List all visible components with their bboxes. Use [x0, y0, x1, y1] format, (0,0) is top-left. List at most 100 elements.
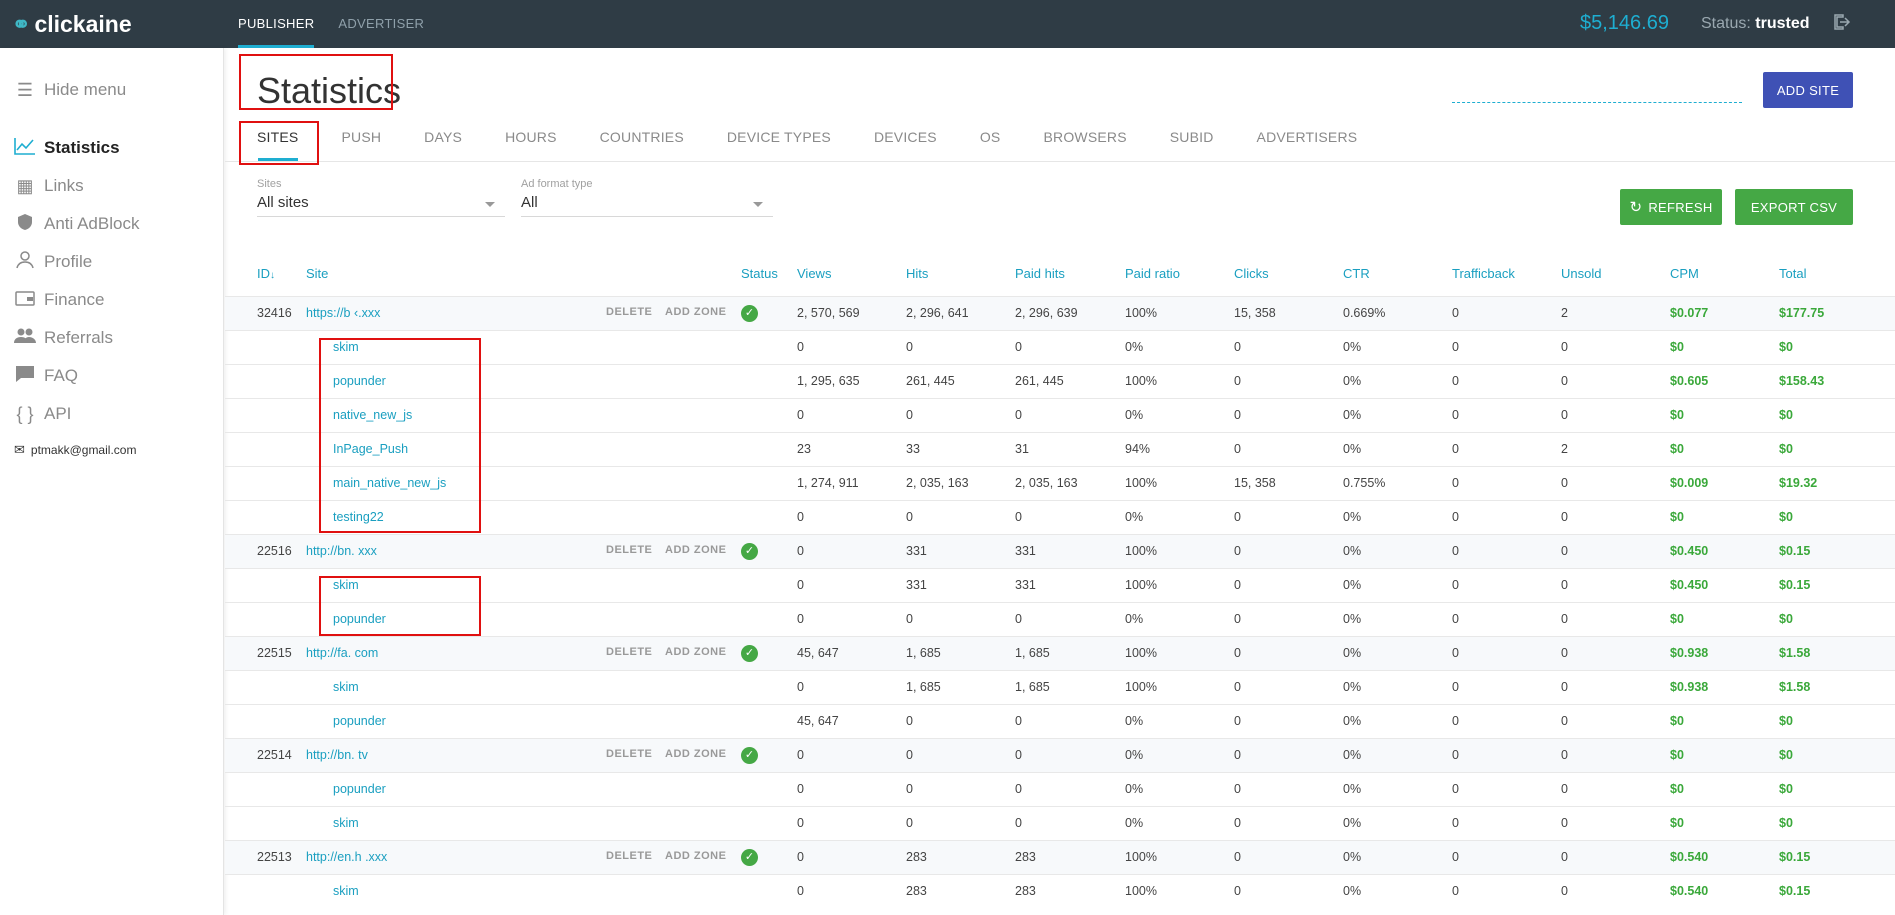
- column-header-id[interactable]: ID↓: [257, 266, 275, 281]
- nav-advertiser[interactable]: ADVERTISER: [338, 0, 424, 48]
- site-link[interactable]: http://bn. tv: [306, 748, 368, 762]
- column-header-hits[interactable]: Hits: [906, 266, 928, 281]
- ad-format-select[interactable]: Ad format type All: [521, 178, 773, 220]
- zone-link[interactable]: popunder: [333, 714, 386, 728]
- cell-unsold: 0: [1561, 782, 1568, 796]
- column-header-clicks[interactable]: Clicks: [1234, 266, 1269, 281]
- cell-tb: 0: [1452, 510, 1459, 524]
- tab-browsers[interactable]: BROWSERS: [1043, 126, 1126, 160]
- column-header-ctr[interactable]: CTR: [1343, 266, 1370, 281]
- cell-total: $0: [1779, 442, 1793, 456]
- add-zone-button[interactable]: ADD ZONE: [665, 646, 726, 658]
- column-header-paid-hits[interactable]: Paid hits: [1015, 266, 1065, 281]
- delete-button[interactable]: DELETE: [606, 850, 652, 862]
- cell-clicks: 0: [1234, 714, 1241, 728]
- cell-cpm: $0.605: [1670, 374, 1709, 388]
- zone-link[interactable]: popunder: [333, 782, 386, 796]
- cell-paid: 1, 685: [1015, 680, 1050, 694]
- add-zone-button[interactable]: ADD ZONE: [665, 850, 726, 862]
- cell-cpm: $0: [1670, 748, 1684, 762]
- cell-ratio: 100%: [1125, 306, 1157, 320]
- add-zone-button[interactable]: ADD ZONE: [665, 748, 726, 760]
- cell-views: 0: [797, 544, 804, 558]
- sidebar-item-statistics[interactable]: Statistics: [12, 135, 120, 161]
- zone-link[interactable]: skim: [333, 884, 359, 898]
- column-header-total[interactable]: Total: [1779, 266, 1806, 281]
- tab-subid[interactable]: SUBID: [1170, 126, 1214, 160]
- sidebar-item-profile[interactable]: Profile: [12, 249, 92, 275]
- cell-hits: 283: [906, 850, 927, 864]
- tab-os[interactable]: OS: [980, 126, 1001, 160]
- cell-total: $0: [1779, 714, 1793, 728]
- site-id: 22516: [257, 544, 292, 558]
- cell-clicks: 0: [1234, 612, 1241, 626]
- refresh-icon: ↻: [1629, 199, 1643, 216]
- logout-icon[interactable]: [1832, 12, 1852, 32]
- tab-devices[interactable]: DEVICES: [874, 126, 937, 160]
- site-link[interactable]: http://en.h .xxx: [306, 850, 387, 864]
- logo-text: clickaine: [34, 11, 132, 37]
- sidebar-item-links[interactable]: ▦ Links: [12, 173, 83, 199]
- delete-button[interactable]: DELETE: [606, 306, 652, 318]
- export-csv-button[interactable]: EXPORT CSV: [1735, 189, 1853, 225]
- add-zone-button[interactable]: ADD ZONE: [665, 306, 726, 318]
- tab-countries[interactable]: COUNTRIES: [600, 126, 684, 160]
- cell-hits: 0: [906, 714, 913, 728]
- column-header-unsold[interactable]: Unsold: [1561, 266, 1601, 281]
- cell-ctr: 0%: [1343, 544, 1362, 558]
- status-active-icon: ✓: [741, 747, 758, 764]
- hide-menu-button[interactable]: ☰ Hide menu: [12, 77, 126, 103]
- column-header-paid-ratio[interactable]: Paid ratio: [1125, 266, 1180, 281]
- nav-publisher[interactable]: PUBLISHER: [238, 0, 315, 48]
- site-link[interactable]: https://b ‹.xxx: [306, 306, 380, 320]
- cell-clicks: 15, 358: [1234, 476, 1276, 490]
- logo[interactable]: ⚭ clickaine: [12, 11, 132, 38]
- tab-hours[interactable]: HOURS: [505, 126, 557, 160]
- cell-ratio: 100%: [1125, 680, 1157, 694]
- add-zone-button[interactable]: ADD ZONE: [665, 544, 726, 556]
- cell-clicks: 0: [1234, 340, 1241, 354]
- site-row: 22516 http://bn. xxx DELETE ADD ZONE ✓ 0 331 33…: [225, 534, 1895, 568]
- status-label: Status:: [1701, 15, 1751, 32]
- tab-advertisers[interactable]: ADVERTISERS: [1257, 126, 1358, 160]
- column-header-views[interactable]: Views: [797, 266, 831, 281]
- site-id: 22514: [257, 748, 292, 762]
- cell-cpm: $0.009: [1670, 476, 1709, 490]
- delete-button[interactable]: DELETE: [606, 646, 652, 658]
- cell-tb: 0: [1452, 884, 1459, 898]
- delete-button[interactable]: DELETE: [606, 544, 652, 556]
- sidebar-item-faq[interactable]: FAQ: [12, 363, 78, 389]
- add-site-button[interactable]: ADD SITE: [1763, 72, 1853, 108]
- cell-ctr: 0.755%: [1343, 476, 1386, 490]
- chat-icon: [12, 365, 38, 388]
- column-header-cpm[interactable]: CPM: [1670, 266, 1699, 281]
- top-nav: PUBLISHER ADVERTISER: [238, 0, 448, 48]
- sites-select[interactable]: Sites All sites: [257, 178, 505, 220]
- column-header-site[interactable]: Site: [306, 266, 328, 281]
- column-header-trafficback[interactable]: Trafficback: [1452, 266, 1515, 281]
- search-input[interactable]: [1452, 102, 1742, 103]
- column-header-status[interactable]: Status: [741, 266, 778, 281]
- cell-tb: 0: [1452, 850, 1459, 864]
- cell-paid: 2, 296, 639: [1015, 306, 1078, 320]
- cell-hits: 0: [906, 340, 913, 354]
- tab-push[interactable]: PUSH: [341, 126, 381, 160]
- cell-clicks: 0: [1234, 544, 1241, 558]
- sidebar-item-finance[interactable]: Finance: [12, 287, 104, 313]
- cell-hits: 0: [906, 612, 913, 626]
- site-link[interactable]: http://bn. xxx: [306, 544, 377, 558]
- refresh-button[interactable]: ↻ REFRESH: [1620, 189, 1722, 225]
- tab-days[interactable]: DAYS: [424, 126, 462, 160]
- tab-device-types[interactable]: DEVICE TYPES: [727, 126, 831, 160]
- delete-button[interactable]: DELETE: [606, 748, 652, 760]
- cell-total: $0.15: [1779, 884, 1811, 898]
- cell-clicks: 0: [1234, 816, 1241, 830]
- sidebar-item-api[interactable]: { } API: [12, 401, 71, 427]
- site-id: 22515: [257, 646, 292, 660]
- cell-cpm: $0.938: [1670, 646, 1709, 660]
- zone-link[interactable]: skim: [333, 816, 359, 830]
- zone-link[interactable]: skim: [333, 680, 359, 694]
- sidebar-item-anti-adblock[interactable]: Anti AdBlock: [12, 211, 139, 237]
- sidebar-item-referrals[interactable]: Referrals: [12, 325, 113, 351]
- site-link[interactable]: http://fa. com: [306, 646, 378, 660]
